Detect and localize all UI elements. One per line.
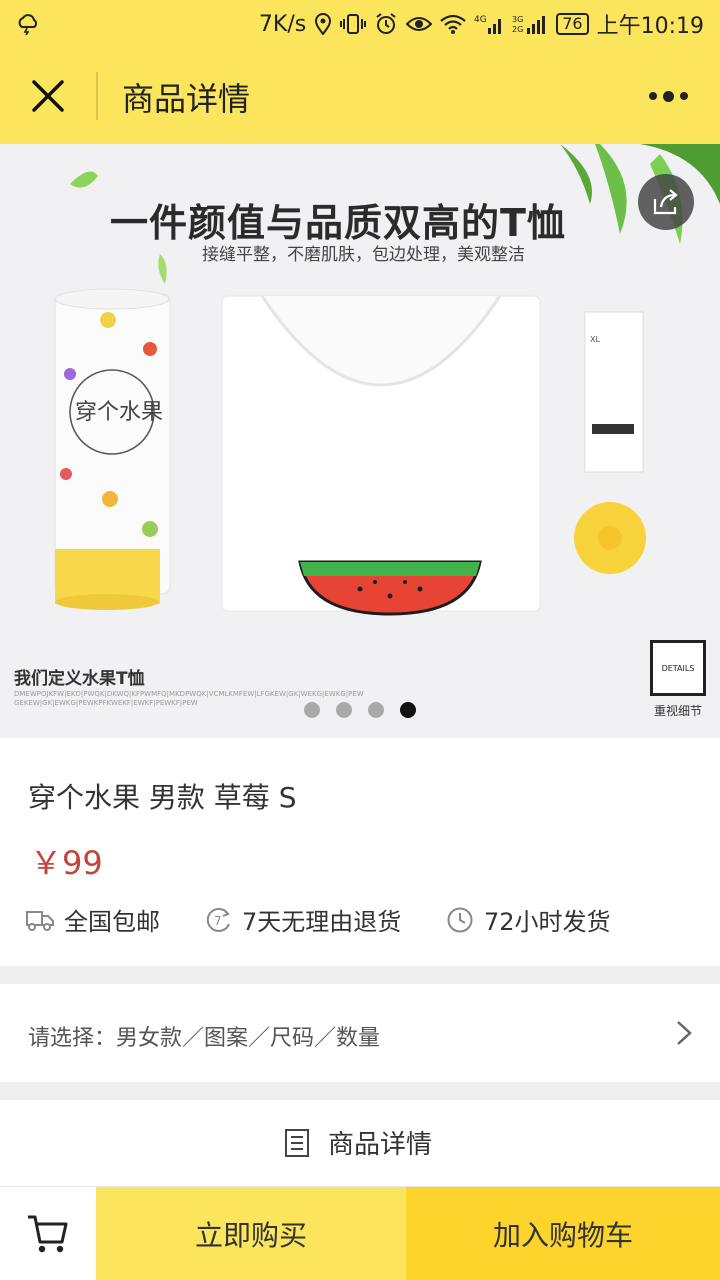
product-image-carousel[interactable]: 穿个水果 XL 一件颜值与品质双高的T恤 接缝平整，不磨肌肤，包边处理，美观整洁… [0, 144, 720, 738]
svg-text:2G: 2G [512, 25, 523, 34]
feature-free-shipping: 全国包邮 [26, 902, 160, 937]
chevron-right-icon [677, 1021, 692, 1045]
share-button[interactable] [638, 174, 694, 230]
feature-label: 7天无理由退货 [242, 908, 402, 936]
pager-dot[interactable] [336, 702, 352, 718]
vibrate-icon [340, 13, 367, 35]
more-dot [679, 92, 688, 100]
more-dot [648, 92, 657, 100]
spec-selector[interactable]: 请选择：男女款／图案／尺码／数量 [0, 984, 720, 1082]
weather-cloud-icon [16, 13, 40, 35]
shopping-cart-icon [28, 1215, 68, 1253]
carousel-pager [304, 702, 416, 718]
feature-label: 72小时发货 [484, 908, 611, 936]
location-icon [314, 13, 332, 35]
hero-headline: 一件颜值与品质双高的T恤 [110, 201, 566, 245]
details-badge: DETAILS [650, 640, 706, 696]
product-price: ￥99 [30, 844, 103, 882]
signal-3g-icon: 3G 2G [512, 13, 548, 35]
feature-label: 全国包邮 [64, 908, 160, 936]
pager-dot-active[interactable] [400, 702, 416, 718]
page-title: 商品详情 [122, 80, 251, 118]
product-info: 穿个水果 男款 草莓 S ￥99 全国包邮 7 7天无理由退货 72小时发货 [0, 738, 720, 966]
svg-text:XL: XL [590, 335, 600, 344]
add-to-cart-button[interactable]: 加入购物车 [406, 1187, 720, 1280]
truck-icon [26, 910, 54, 931]
buy-now-button[interactable]: 立即购买 [96, 1187, 406, 1280]
detail-section-title: 商品详情 [328, 1130, 433, 1160]
status-bar: 7K/s 4G 3G 2G 76 上午10:19 [0, 0, 720, 48]
cart-button[interactable] [0, 1187, 96, 1280]
alarm-icon [374, 13, 398, 35]
eye-icon [406, 14, 433, 34]
svg-text:穿个水果: 穿个水果 [75, 400, 163, 425]
svg-text:3G: 3G [512, 15, 523, 24]
pager-dot[interactable] [368, 702, 384, 718]
seven-day-icon: 7 [206, 907, 230, 932]
product-name: 穿个水果 男款 草莓 S [28, 781, 297, 814]
detail-section-header: 商品详情 [0, 1100, 720, 1186]
battery-indicator: 76 [556, 13, 589, 35]
wifi-icon [440, 14, 466, 34]
bottom-action-bar: 立即购买 加入购物车 [0, 1186, 720, 1280]
feature-return: 7 7天无理由退货 [204, 902, 401, 937]
close-icon [32, 80, 64, 112]
hero-caption: 我们定义水果T恤 [14, 669, 145, 689]
close-button[interactable] [20, 68, 76, 124]
title-bar: 商品详情 [0, 48, 720, 144]
share-icon [653, 189, 678, 215]
details-caption: 重视细节 [654, 704, 703, 718]
hero-caption-small: DMEWPOJKFW|EKD|PWQK|DKWQ|KFPWMFQ|MKDPWQK… [14, 690, 364, 707]
network-speed: 7K/s [258, 11, 307, 37]
svg-text:4G: 4G [474, 15, 487, 25]
hero-subline: 接缝平整，不磨肌肤，包边处理，美观整洁 [202, 245, 525, 265]
pager-dot[interactable] [304, 702, 320, 718]
signal-4g-icon: 4G [474, 13, 504, 35]
document-list-icon [285, 1128, 309, 1157]
clock-icon [447, 907, 473, 932]
more-menu-button[interactable] [638, 78, 698, 114]
clock-time: 上午10:19 [596, 14, 704, 39]
title-divider [96, 72, 98, 120]
svg-text:7: 7 [214, 914, 222, 928]
feature-ship-time: 72小时发货 [446, 902, 611, 937]
more-dot [662, 90, 674, 102]
spec-selector-label: 请选择：男女款／图案／尺码／数量 [28, 1026, 381, 1051]
